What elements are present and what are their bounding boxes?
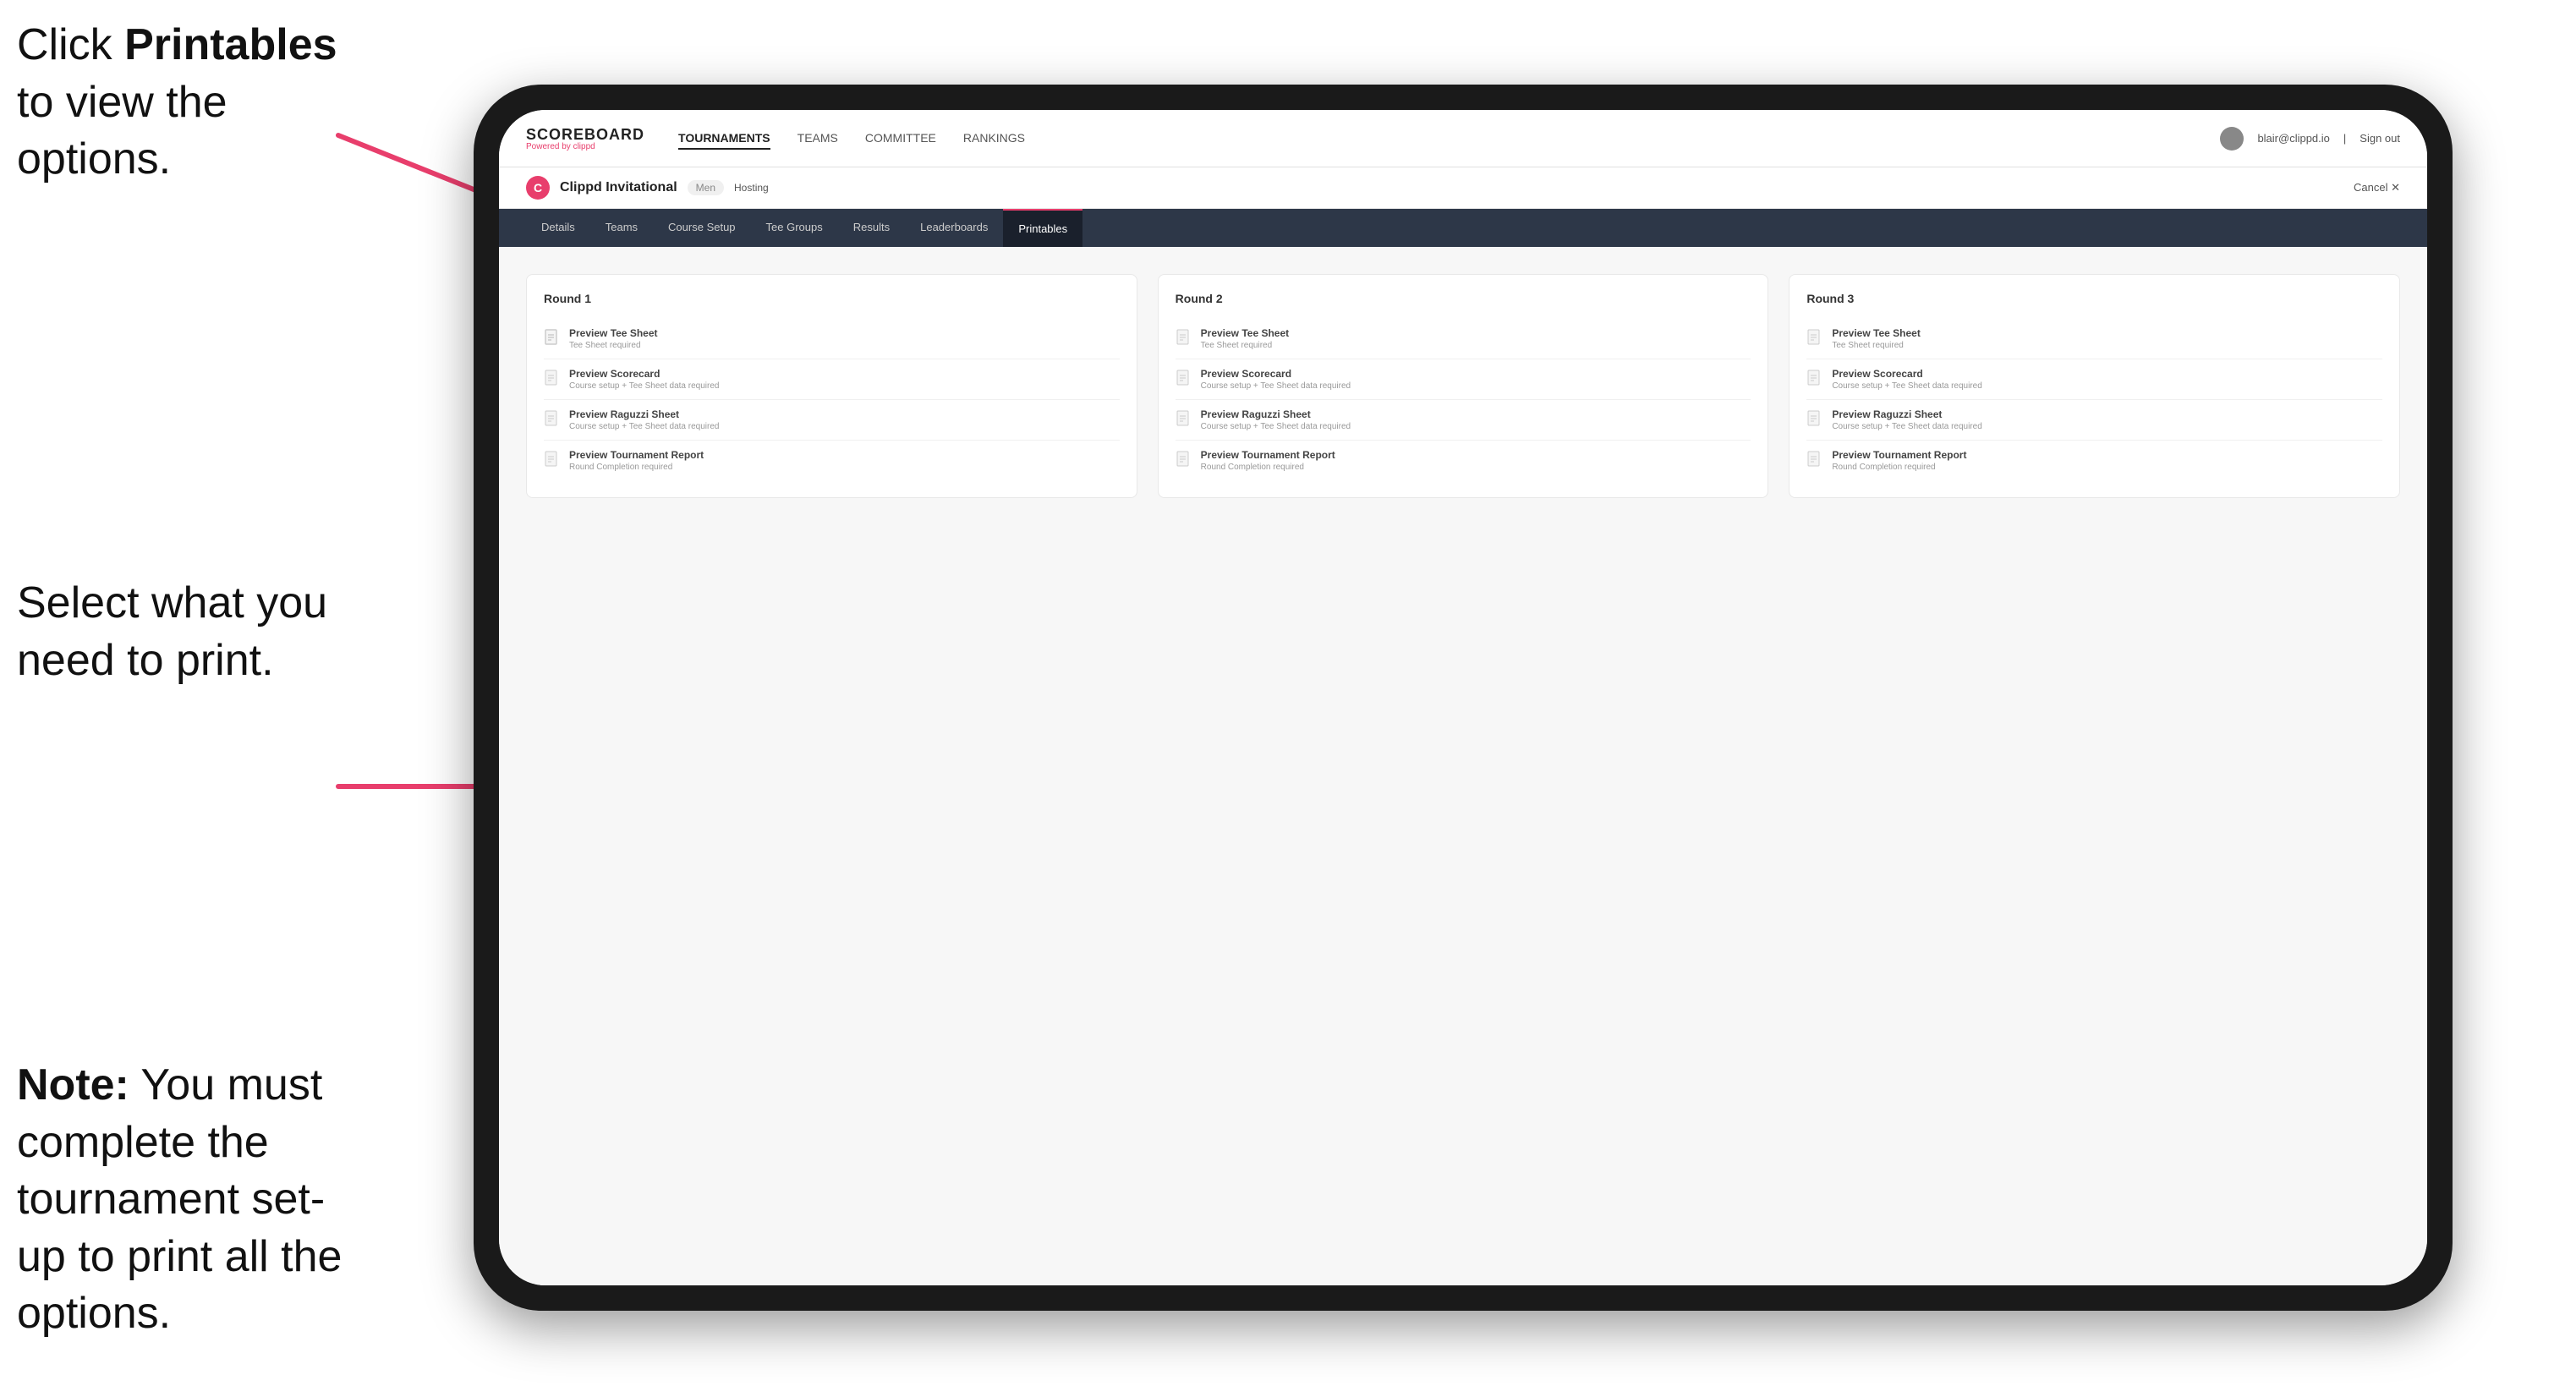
tournament-title-area: C Clippd Invitational Men Hosting <box>526 176 769 200</box>
sign-out-button[interactable]: Sign out <box>2360 132 2400 145</box>
annotation-bold: Printables <box>124 20 337 69</box>
round-1-scorecard[interactable]: Preview Scorecard Course setup + Tee She… <box>544 359 1120 400</box>
doc-icon <box>1806 329 1823 349</box>
doc-icon <box>1176 410 1192 430</box>
logo-powered: Powered by clippd <box>526 142 644 151</box>
doc-icon <box>1176 329 1192 349</box>
tournament-name: Clippd Invitational <box>560 180 677 195</box>
annotation-mid: Select what you need to print. <box>17 575 372 689</box>
round-1-raguzzi[interactable]: Preview Raguzzi Sheet Course setup + Tee… <box>544 400 1120 441</box>
tablet-device: SCOREBOARD Powered by clippd TOURNAMENTS… <box>474 85 2453 1311</box>
round-3-scorecard[interactable]: Preview Scorecard Course setup + Tee She… <box>1806 359 2382 400</box>
c-logo: C <box>526 176 550 200</box>
doc-icon <box>1176 451 1192 471</box>
top-nav: SCOREBOARD Powered by clippd TOURNAMENTS… <box>499 110 2427 167</box>
round-1-tee-sheet[interactable]: Preview Tee Sheet Tee Sheet required <box>544 319 1120 359</box>
sign-out-link[interactable]: | <box>2343 132 2346 145</box>
user-avatar <box>2220 127 2244 151</box>
tab-bar: Details Teams Course Setup Tee Groups Re… <box>499 209 2427 247</box>
doc-icon <box>544 410 561 430</box>
round-1-section: Round 1 Preview Tee Sheet Tee Sheet requ… <box>526 274 1137 498</box>
tab-results[interactable]: Results <box>838 209 905 247</box>
top-nav-right: blair@clippd.io | Sign out <box>2220 127 2400 151</box>
round-2-scorecard[interactable]: Preview Scorecard Course setup + Tee She… <box>1176 359 1751 400</box>
round-1-title: Round 1 <box>544 292 1120 305</box>
doc-icon <box>544 451 561 471</box>
doc-icon <box>544 329 561 349</box>
round-3-title: Round 3 <box>1806 292 2382 305</box>
tab-tee-groups[interactable]: Tee Groups <box>751 209 838 247</box>
nav-teams[interactable]: TEAMS <box>797 128 838 150</box>
nav-rankings[interactable]: RANKINGS <box>963 128 1025 150</box>
tab-printables[interactable]: Printables <box>1003 209 1082 247</box>
tournament-gender: Men <box>688 180 724 195</box>
hosting-badge: Hosting <box>734 182 769 194</box>
doc-icon <box>1176 370 1192 390</box>
rounds-grid: Round 1 Preview Tee Sheet Tee Sheet requ… <box>526 274 2400 498</box>
round-2-title: Round 2 <box>1176 292 1751 305</box>
round-1-tournament-report[interactable]: Preview Tournament Report Round Completi… <box>544 441 1120 480</box>
doc-icon <box>1806 370 1823 390</box>
user-email: blair@clippd.io <box>2257 132 2329 145</box>
tab-leaderboards[interactable]: Leaderboards <box>905 209 1003 247</box>
tablet-screen: SCOREBOARD Powered by clippd TOURNAMENTS… <box>499 110 2427 1285</box>
round-3-tournament-report[interactable]: Preview Tournament Report Round Completi… <box>1806 441 2382 480</box>
round-3-raguzzi[interactable]: Preview Raguzzi Sheet Course setup + Tee… <box>1806 400 2382 441</box>
top-nav-links: TOURNAMENTS TEAMS COMMITTEE RANKINGS <box>678 128 2220 150</box>
round-2-tee-sheet[interactable]: Preview Tee Sheet Tee Sheet required <box>1176 319 1751 359</box>
round-3-tee-sheet[interactable]: Preview Tee Sheet Tee Sheet required <box>1806 319 2382 359</box>
doc-icon <box>544 370 561 390</box>
round-2-raguzzi[interactable]: Preview Raguzzi Sheet Course setup + Tee… <box>1176 400 1751 441</box>
tab-teams[interactable]: Teams <box>590 209 653 247</box>
annotation-top: Click Printables to view the options. <box>17 17 372 189</box>
cancel-button[interactable]: Cancel ✕ <box>2354 181 2400 194</box>
doc-icon <box>1806 410 1823 430</box>
logo-scoreboard: SCOREBOARD <box>526 126 644 144</box>
round-3-section: Round 3 Preview Tee Sheet Tee Sheet requ… <box>1789 274 2400 498</box>
nav-tournaments[interactable]: TOURNAMENTS <box>678 128 770 150</box>
logo-area: SCOREBOARD Powered by clippd <box>526 126 644 151</box>
round-2-tournament-report[interactable]: Preview Tournament Report Round Completi… <box>1176 441 1751 480</box>
tournament-header: C Clippd Invitational Men Hosting Cancel… <box>499 167 2427 209</box>
round-2-section: Round 2 Preview Tee Sheet Tee Sheet requ… <box>1158 274 1769 498</box>
main-content: Round 1 Preview Tee Sheet Tee Sheet requ… <box>499 247 2427 1285</box>
annotation-bottom: Note: You must complete the tournament s… <box>17 1057 372 1343</box>
tab-details[interactable]: Details <box>526 209 590 247</box>
doc-icon <box>1806 451 1823 471</box>
tab-course-setup[interactable]: Course Setup <box>653 209 751 247</box>
nav-committee[interactable]: COMMITTEE <box>865 128 936 150</box>
